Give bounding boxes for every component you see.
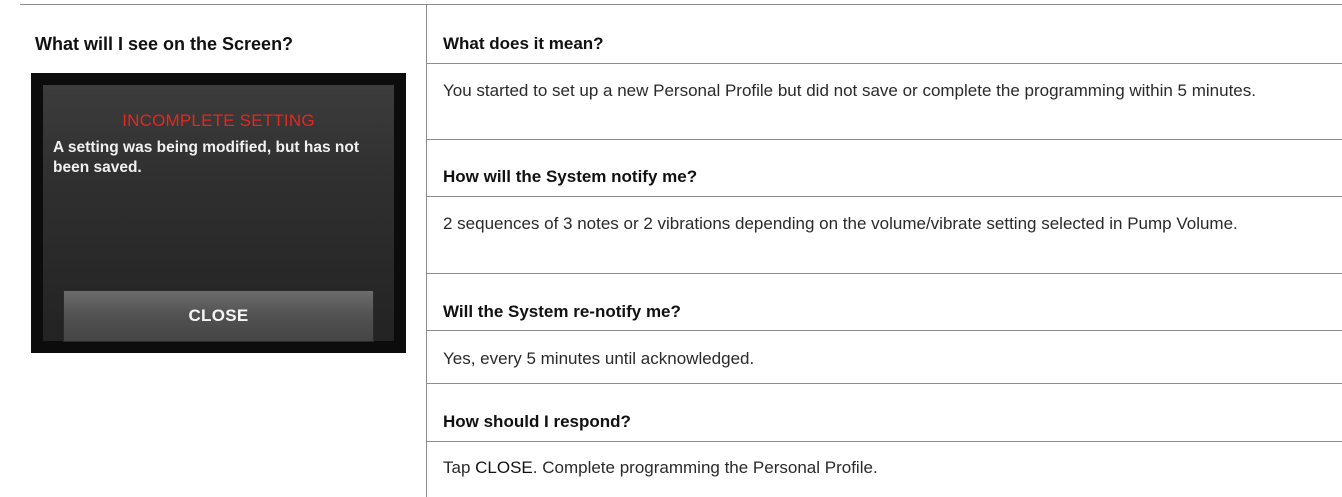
respond-text-prefix: Tap bbox=[443, 458, 476, 477]
top-rule bbox=[20, 4, 1342, 5]
column-divider bbox=[426, 4, 427, 497]
respond-text: Tap CLOSE. Complete programming the Pers… bbox=[443, 455, 1303, 480]
row-rule bbox=[427, 441, 1342, 442]
row-rule bbox=[427, 383, 1342, 384]
row-rule bbox=[427, 330, 1342, 331]
renotify-text: Yes, every 5 minutes until acknowledged. bbox=[443, 349, 755, 368]
pump-screen-display: INCOMPLETE SETTING A setting was being m… bbox=[43, 85, 394, 342]
pump-screen-image: INCOMPLETE SETTING A setting was being m… bbox=[31, 73, 406, 353]
alert-message: A setting was being modified, but has no… bbox=[53, 139, 359, 176]
renotify-heading: Will the System re-notify me? bbox=[443, 302, 681, 321]
row-rule bbox=[427, 139, 1342, 140]
row-rule bbox=[427, 273, 1342, 274]
notify-text: 2 sequences of 3 notes or 2 vibrations d… bbox=[443, 214, 1238, 233]
close-button-reference: CLOSE bbox=[475, 458, 533, 477]
meaning-heading: What does it mean? bbox=[443, 34, 604, 53]
respond-heading: How should I respond? bbox=[443, 412, 631, 431]
row-rule bbox=[427, 63, 1342, 64]
notify-heading: How will the System notify me? bbox=[443, 167, 698, 186]
meaning-text: You started to set up a new Personal Pro… bbox=[443, 81, 1256, 100]
screen-column-heading: What will I see on the Screen? bbox=[35, 34, 294, 54]
row-rule bbox=[427, 196, 1342, 197]
respond-text-suffix: . Complete programming the Personal Prof… bbox=[532, 458, 878, 477]
alert-reference-page: What will I see on the Screen? INCOMPLET… bbox=[0, 0, 1342, 497]
alert-title: INCOMPLETE SETTING bbox=[122, 111, 315, 130]
close-button[interactable]: CLOSE bbox=[63, 290, 374, 342]
